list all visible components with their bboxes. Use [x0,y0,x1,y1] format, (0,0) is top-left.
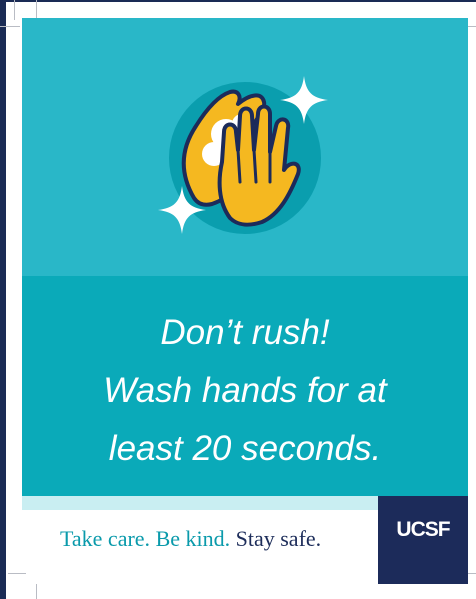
crop-mark [14,0,15,20]
slogan-be-kind: Be kind. [155,526,231,551]
footer-slogan: Take care. Be kind. Stay safe. [60,526,321,552]
poster-accent-band [22,496,378,510]
crop-mark [36,0,37,20]
slogan-stay-safe: Stay safe. [235,526,322,551]
message-line: Wash hands for at [103,371,387,410]
page-edge-top [0,0,476,2]
sparkle-icon [158,186,206,234]
page-edge-left [0,0,6,599]
sparkle-icon [280,76,328,124]
message-line: least 20 seconds. [108,429,382,468]
crop-mark [8,573,26,574]
message-line: Don’t rush! [160,313,330,352]
poster-message: Don’t rush! Wash hands for at least 20 s… [22,304,468,478]
crop-mark [36,584,37,599]
slogan-take-care: Take care. [60,526,151,551]
ucsf-logo-text: UCSF [396,518,450,541]
crop-mark [0,26,20,27]
